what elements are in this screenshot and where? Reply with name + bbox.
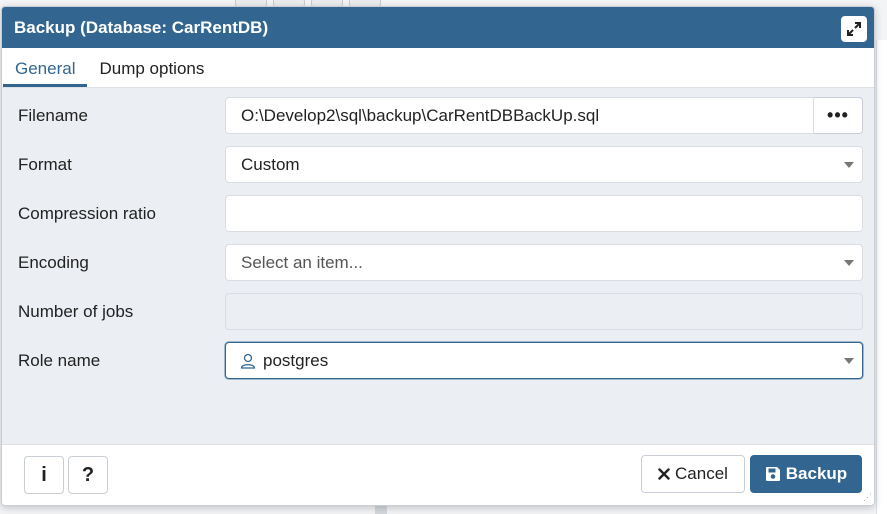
cancel-label: Cancel bbox=[675, 464, 728, 483]
encoding-select[interactable]: Select an item... bbox=[225, 244, 863, 281]
encoding-row: Encoding Select an item... bbox=[18, 244, 863, 281]
close-icon bbox=[658, 468, 670, 480]
format-label: Format bbox=[18, 154, 72, 174]
help-icon: ? bbox=[81, 463, 95, 486]
format-row: Format Custom bbox=[18, 146, 863, 183]
backup-form: Filename O:\Develop2\sql\backup\CarRentD… bbox=[2, 88, 874, 379]
maximize-button[interactable] bbox=[841, 16, 867, 42]
tab-bar: General Dump options bbox=[2, 48, 874, 88]
browse-button[interactable]: ••• bbox=[814, 97, 863, 134]
filename-row: Filename O:\Develop2\sql\backup\CarRentD… bbox=[18, 97, 863, 134]
chevron-down-icon bbox=[844, 358, 854, 364]
backup-dialog: Backup (Database: CarRentDB) General Dum… bbox=[1, 6, 875, 506]
resize-grip-icon[interactable]: ⋰ bbox=[863, 492, 872, 503]
user-icon bbox=[240, 353, 256, 369]
jobs-label: Number of jobs bbox=[18, 301, 134, 321]
filename-input[interactable]: O:\Develop2\sql\backup\CarRentDBBackUp.s… bbox=[225, 97, 814, 134]
dialog-footer: i ? Cancel Backup ⋰ bbox=[2, 444, 874, 505]
info-icon: i bbox=[41, 463, 47, 486]
cancel-button[interactable]: Cancel bbox=[641, 455, 745, 493]
tab-dump-options[interactable]: Dump options bbox=[87, 59, 216, 87]
background-panel bbox=[876, 40, 887, 514]
encoding-label: Encoding bbox=[18, 252, 89, 272]
compression-row: Compression ratio bbox=[18, 195, 863, 232]
format-value: Custom bbox=[241, 154, 300, 174]
compression-label: Compression ratio bbox=[18, 203, 156, 223]
dialog-title: Backup (Database: CarRentDB) bbox=[14, 17, 269, 37]
dialog-titlebar[interactable]: Backup (Database: CarRentDB) bbox=[2, 7, 874, 48]
chevron-down-icon bbox=[844, 260, 854, 266]
format-select[interactable]: Custom bbox=[225, 146, 863, 183]
role-label: Role name bbox=[18, 350, 101, 370]
jobs-input bbox=[225, 293, 863, 330]
role-select[interactable]: postgres bbox=[225, 342, 863, 379]
expand-icon bbox=[847, 22, 861, 36]
info-button[interactable]: i bbox=[24, 456, 64, 494]
save-icon bbox=[765, 467, 780, 481]
chevron-down-icon bbox=[844, 162, 854, 168]
jobs-row: Number of jobs bbox=[18, 293, 863, 330]
backup-button[interactable]: Backup bbox=[750, 455, 862, 493]
encoding-placeholder: Select an item... bbox=[241, 252, 363, 272]
filename-group: O:\Develop2\sql\backup\CarRentDBBackUp.s… bbox=[225, 97, 863, 134]
compression-input[interactable] bbox=[225, 195, 863, 232]
role-row: Role name postgres bbox=[18, 342, 863, 379]
backup-label: Backup bbox=[785, 464, 848, 483]
help-button[interactable]: ? bbox=[68, 456, 108, 494]
filename-label: Filename bbox=[18, 105, 88, 125]
tab-general[interactable]: General bbox=[3, 59, 88, 87]
role-value: postgres bbox=[263, 350, 329, 370]
